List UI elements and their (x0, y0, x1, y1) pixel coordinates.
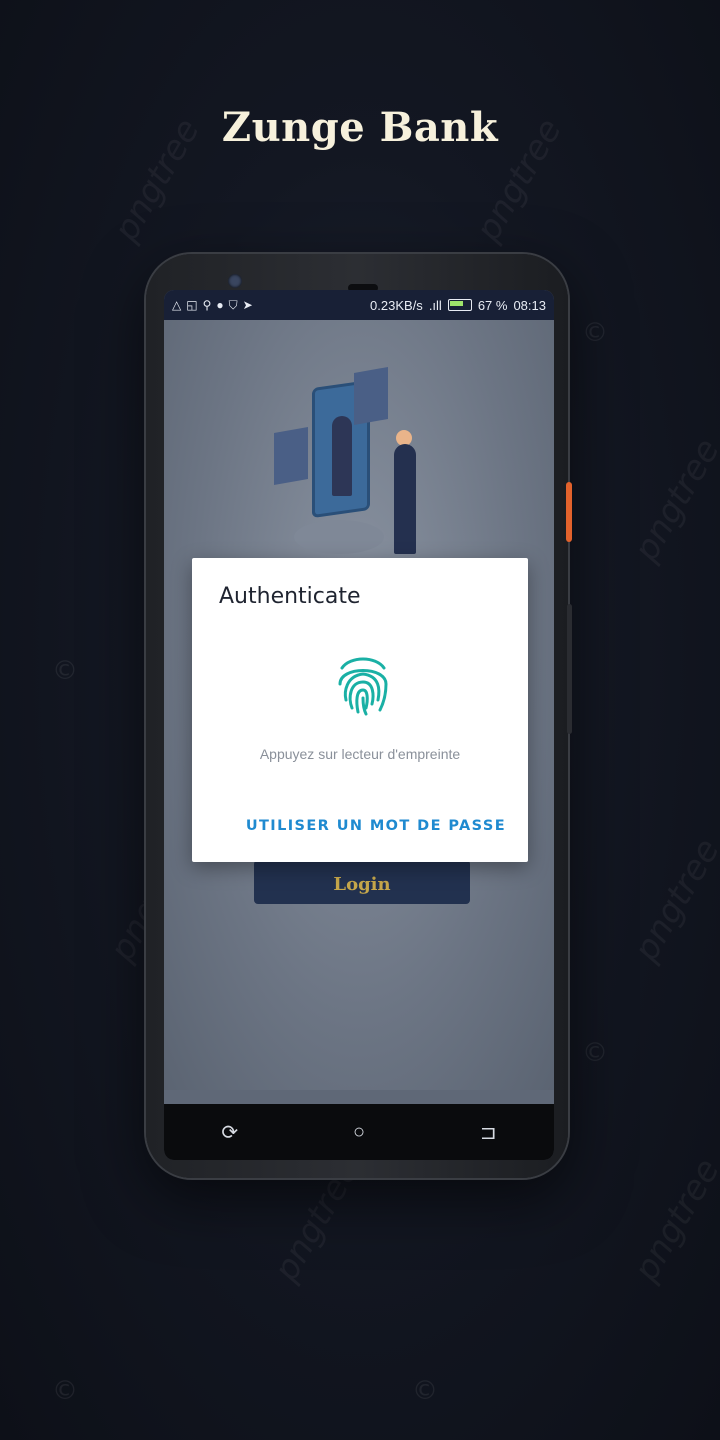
clock: 08:13 (513, 297, 546, 313)
screencast-icon: ◱ (186, 298, 198, 312)
illustration-platform (294, 520, 384, 554)
warning-icon: △ (172, 298, 182, 312)
illustration-profile-card (354, 367, 388, 425)
phone-side-button (566, 482, 572, 542)
recent-apps-icon[interactable]: ⟳ (221, 1120, 238, 1145)
brand-title: Zunge Bank (221, 104, 499, 151)
status-bar: △ ◱ ⚲ ● ⛉ ➤ 0.23KB/s .ıll 67 % 08:13 (164, 290, 554, 320)
usb-icon: ⚲ (202, 298, 212, 312)
network-speed: 0.23KB/s (370, 297, 423, 313)
phone-volume-button (567, 604, 572, 734)
fingerprint-icon[interactable] (336, 652, 390, 718)
watermark-copyright: © (582, 318, 608, 348)
watermark-text: pngtree (626, 432, 720, 568)
circle-icon: ● (216, 298, 224, 312)
battery-percent: 67 % (477, 297, 508, 313)
illustration-profile-card (274, 427, 308, 485)
navigation-bar: ⟳ ○ ⊐ (164, 1104, 554, 1160)
illustration-person (394, 444, 416, 554)
watermark-copyright: © (52, 656, 78, 686)
watermark-copyright: © (412, 1376, 438, 1406)
authentication-illustration (274, 360, 454, 570)
watermark-copyright: © (52, 1376, 78, 1406)
battery-icon (447, 299, 472, 311)
watermark-text: pngtree (626, 832, 720, 968)
watermark-text: pngtree (626, 1152, 720, 1288)
back-icon[interactable]: ⊐ (480, 1120, 497, 1145)
watermark-copyright: © (582, 1038, 608, 1068)
login-button[interactable]: Login (254, 860, 470, 904)
signal-icon: .ıll (428, 297, 442, 313)
dialog-title: Authenticate (219, 584, 361, 609)
shield-icon: ⛉ (228, 297, 238, 312)
front-camera-icon (228, 274, 242, 288)
home-icon[interactable]: ○ (353, 1121, 365, 1144)
status-icons-right: 0.23KB/s .ıll 67 % 08:13 (370, 298, 546, 313)
authenticate-dialog: Authenticate Appuyez sur lecteur d'empre… (192, 558, 528, 862)
use-password-button[interactable]: UTILISER UN MOT DE PASSE (246, 818, 506, 834)
illustration-person (332, 416, 352, 496)
dialog-message: Appuyez sur lecteur d'empreinte (259, 746, 461, 762)
telegram-icon: ➤ (242, 298, 253, 312)
status-icons-left: △ ◱ ⚲ ● ⛉ ➤ (172, 298, 253, 313)
